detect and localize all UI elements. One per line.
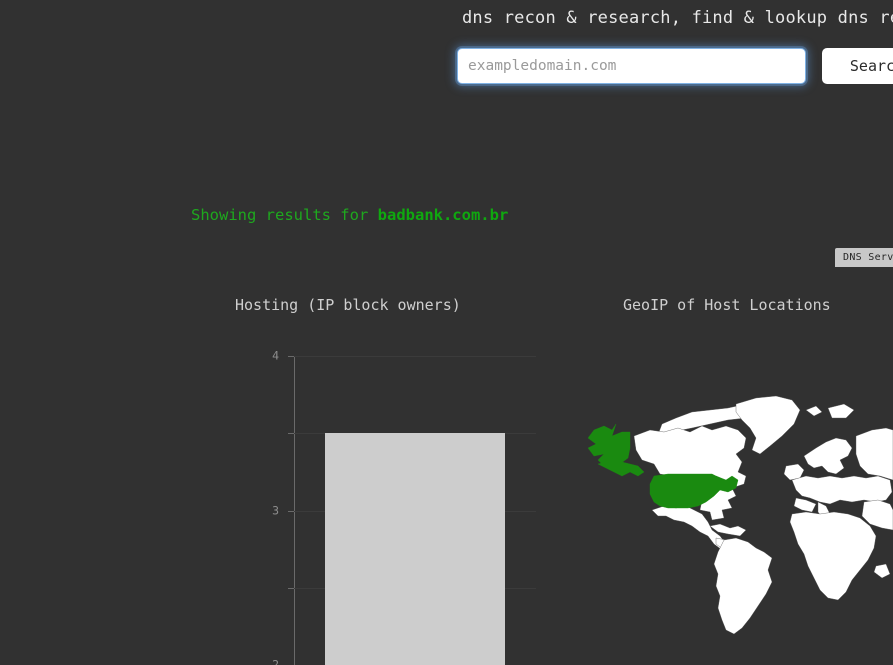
world-map-svg — [560, 380, 893, 665]
geoip-map-title: GeoIP of Host Locations — [623, 296, 831, 314]
page-root: dns recon & research, find & lookup dns … — [0, 0, 893, 665]
geoip-world-map[interactable] — [560, 380, 893, 665]
site-tagline: dns recon & research, find & lookup dns … — [462, 8, 893, 28]
results-banner: Showing results for badbank.com.br — [191, 206, 508, 224]
tab-dns-servers[interactable]: DNS Servers — [835, 248, 893, 267]
results-prefix: Showing results for — [191, 206, 369, 224]
hosting-bar-chart: 1 2 3 4 — [258, 345, 543, 665]
search-bar: Search — [457, 48, 893, 84]
results-domain: badbank.com.br — [377, 206, 509, 224]
search-input[interactable] — [457, 48, 806, 84]
chart-bar[interactable] — [325, 433, 505, 665]
chart-y-tick-label: 4 — [272, 348, 279, 363]
chart-plot-area: 1 2 3 4 — [272, 350, 536, 665]
chart-tick-mark: 3 — [272, 433, 294, 515]
hosting-chart-title: Hosting (IP block owners) — [235, 296, 461, 314]
search-button[interactable]: Search — [822, 48, 893, 84]
chart-y-tick-label: 3 — [272, 502, 279, 517]
chart-tick-mark: 4 — [272, 350, 294, 361]
chart-gridline — [294, 356, 536, 357]
chart-tick-mark: 1 — [288, 587, 294, 589]
chart-y-tick-label: 2 — [272, 657, 279, 665]
chart-tick-mark: 2 — [272, 510, 294, 665]
